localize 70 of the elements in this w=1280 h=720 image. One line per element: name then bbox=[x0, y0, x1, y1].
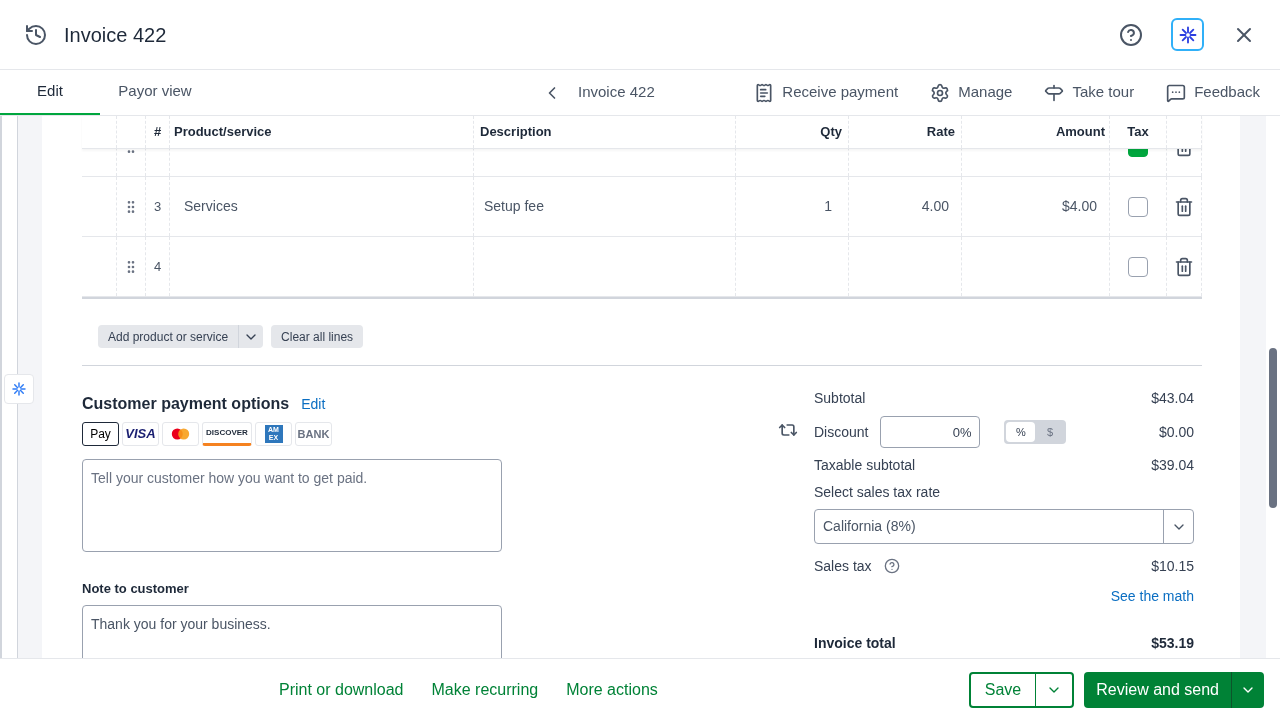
note-field[interactable]: Thank you for your business. bbox=[82, 604, 502, 658]
settings-icon bbox=[930, 82, 951, 103]
line-number: 4 bbox=[146, 237, 170, 296]
toolbar-button[interactable]: Take tour bbox=[1044, 81, 1135, 104]
column-header: Description bbox=[474, 116, 736, 148]
toolbar-button[interactable]: Feedback bbox=[1166, 81, 1260, 104]
table-cell: 1 bbox=[736, 177, 849, 236]
field-label: Note to customer bbox=[82, 580, 190, 598]
tab[interactable]: Payor view bbox=[100, 70, 210, 115]
footer-link[interactable]: Make recurring bbox=[431, 677, 539, 702]
signpost-icon bbox=[1044, 82, 1065, 103]
column-header: Tax bbox=[1110, 116, 1167, 148]
mastercard-logo bbox=[162, 422, 199, 446]
add-line-button[interactable]: Add product or service bbox=[98, 325, 264, 348]
table-cell: $4.00 bbox=[962, 177, 1110, 236]
tax-rate-dropdown[interactable]: California (8%) bbox=[814, 509, 1194, 544]
payment-instructions-field[interactable]: Tell your customer how you want to get paid. bbox=[82, 459, 502, 552]
help-icon[interactable] bbox=[1119, 22, 1143, 47]
footer-link[interactable]: More actions bbox=[566, 677, 658, 702]
scrollbar-thumb[interactable] bbox=[1269, 348, 1277, 508]
field-label: Select sales tax rate bbox=[814, 483, 942, 502]
total-value: $43.04 bbox=[1151, 388, 1194, 408]
page-title: Invoice 422 bbox=[64, 22, 167, 48]
tax-checkbox[interactable] bbox=[1128, 196, 1148, 217]
total-label: Discount bbox=[814, 422, 869, 442]
discount-mode-toggle[interactable]: % bbox=[1006, 422, 1036, 442]
column-header: Rate bbox=[849, 116, 962, 148]
table-cell: 4.00 bbox=[849, 177, 962, 236]
delete-icon[interactable] bbox=[1174, 196, 1194, 217]
table-cell: Services bbox=[170, 177, 474, 236]
sparkle-icon bbox=[11, 381, 27, 397]
total-label: Taxable subtotal bbox=[814, 455, 916, 475]
column-header: Product/service bbox=[170, 116, 474, 148]
history-icon[interactable] bbox=[24, 22, 48, 47]
assistant-button[interactable] bbox=[1171, 18, 1204, 51]
sparkle-icon bbox=[1177, 24, 1198, 45]
see-math-link[interactable]: See the math bbox=[1110, 586, 1194, 607]
tax-checkbox[interactable] bbox=[1128, 256, 1148, 277]
send-button[interactable]: Review and send bbox=[1084, 671, 1264, 708]
invoice-nav-label: Invoice 422 bbox=[578, 82, 655, 103]
chat-icon bbox=[1166, 82, 1187, 103]
bank-logo: BANK bbox=[295, 422, 332, 446]
clear-lines-button[interactable]: Clear all lines bbox=[271, 325, 364, 348]
apple-pay-logo: Pay bbox=[82, 422, 119, 446]
visa-logo: VISA bbox=[122, 422, 159, 446]
footer-link[interactable]: Print or download bbox=[279, 677, 404, 702]
total-value: $0.00 bbox=[1158, 422, 1194, 442]
column-header: Qty bbox=[736, 116, 849, 148]
column-header: # bbox=[146, 116, 170, 148]
total-label: Subtotal bbox=[814, 388, 866, 408]
discount-field[interactable]: 0% bbox=[880, 416, 981, 448]
payment-icon bbox=[754, 82, 775, 103]
save-button[interactable]: Save bbox=[968, 671, 1075, 708]
section-title: Customer payment options bbox=[82, 394, 290, 414]
total-label: Invoice total bbox=[814, 634, 896, 653]
line-number: 3 bbox=[146, 177, 170, 236]
column-header: Amount bbox=[962, 116, 1110, 148]
total-value: $53.19 bbox=[1151, 634, 1194, 653]
toolbar-button[interactable]: Receive payment bbox=[754, 81, 899, 104]
assistant-side-button[interactable] bbox=[4, 374, 34, 404]
total-value: $10.15 bbox=[1151, 556, 1194, 576]
toolbar-button[interactable]: Manage bbox=[930, 81, 1013, 104]
total-label: Sales tax bbox=[814, 556, 872, 576]
table-cell: Setup fee bbox=[474, 177, 736, 236]
discount-mode-toggle[interactable]: $ bbox=[1035, 422, 1065, 442]
total-value: $39.04 bbox=[1151, 455, 1194, 475]
discover-logo: DISCOVER bbox=[202, 422, 252, 446]
help-icon[interactable] bbox=[883, 558, 900, 574]
delete-icon[interactable] bbox=[1174, 256, 1194, 277]
edit-link[interactable]: Edit bbox=[301, 393, 326, 415]
